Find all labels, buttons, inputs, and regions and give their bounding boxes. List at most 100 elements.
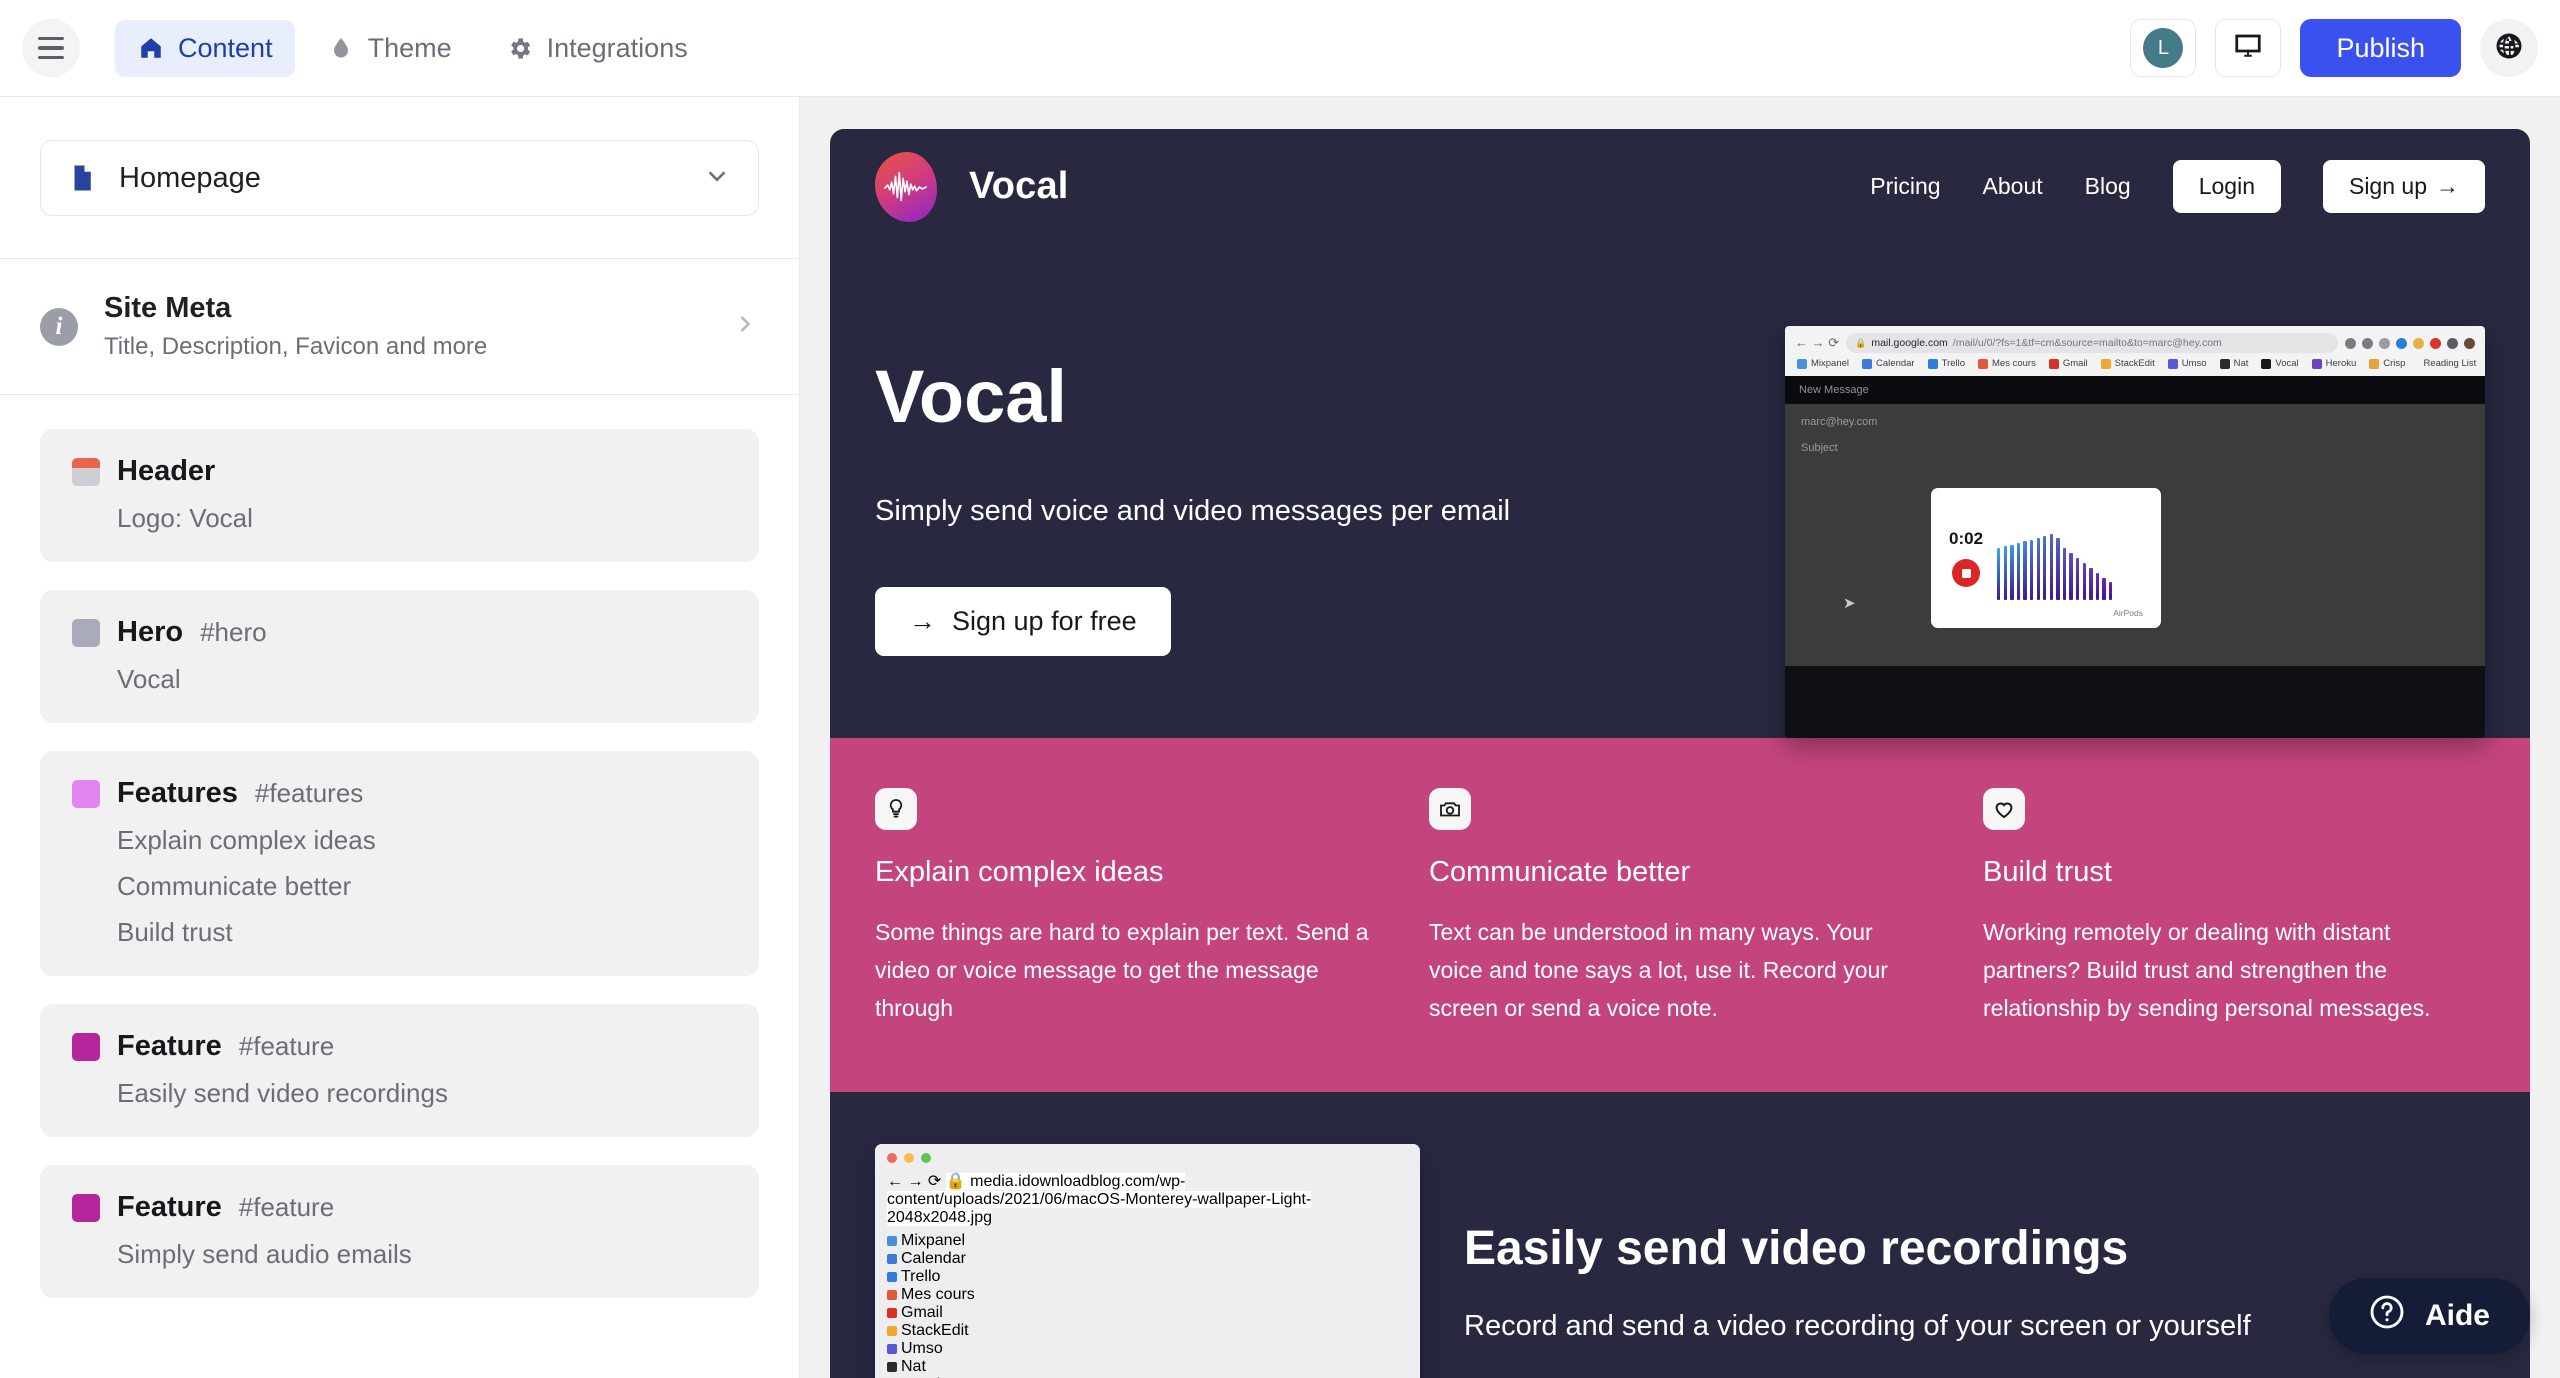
waveform-bar xyxy=(1997,547,2001,600)
bookmark-item[interactable]: StackEdit xyxy=(2100,358,2155,369)
browser-url-path: /mail/u/0/?fs=1&tf=cm&source=mailto&to=m… xyxy=(1952,337,2222,349)
bookmark-favicon-icon xyxy=(887,1253,897,1264)
home-icon xyxy=(137,34,165,62)
bookmark-item[interactable]: StackEdit xyxy=(887,1322,1408,1340)
site-nav-about[interactable]: About xyxy=(1983,173,2043,200)
bookmark-label: Calendar xyxy=(1876,358,1915,369)
bookmark-label: Nat xyxy=(901,1357,926,1375)
bookmark-item[interactable]: Gmail xyxy=(2048,358,2088,369)
block-swatch-icon xyxy=(72,457,100,486)
bookmark-item[interactable]: Mes cours xyxy=(887,1286,1408,1304)
feature-card-2: Build trust Working remotely or dealing w… xyxy=(1983,788,2485,1028)
bookmark-item[interactable]: Trello xyxy=(1927,358,1965,369)
page-selector[interactable]: Homepage xyxy=(40,140,759,216)
tab-theme[interactable]: Theme xyxy=(305,20,474,77)
preview-device-button[interactable] xyxy=(2215,19,2282,77)
bookmark-item[interactable]: Umso xyxy=(887,1340,1408,1358)
block-name: Features xyxy=(117,777,238,809)
block-header: Header xyxy=(72,455,727,488)
bookmark-label: Mes cours xyxy=(901,1285,975,1303)
stop-record-button[interactable] xyxy=(1952,559,1981,587)
block-swatch-icon xyxy=(72,779,100,808)
waveform-bar xyxy=(2069,552,2073,600)
bookmark-label: StackEdit xyxy=(2114,358,2155,369)
account-button[interactable]: L xyxy=(2130,19,2197,77)
recorder-timer: 0:02 xyxy=(1949,529,1984,548)
hamburger-line xyxy=(38,55,64,60)
site-logo[interactable]: Vocal xyxy=(875,151,1069,222)
block-swatch-icon xyxy=(72,1032,100,1061)
waveform-bar xyxy=(2062,547,2067,600)
avatar: L xyxy=(2143,28,2184,68)
site-meta-text: Site Meta Title, Description, Favicon an… xyxy=(104,292,487,361)
site-nav-pricing[interactable]: Pricing xyxy=(1870,173,1940,200)
tab-integrations[interactable]: Integrations xyxy=(484,20,710,77)
bookmark-item[interactable]: Gmail xyxy=(887,1304,1408,1322)
block-list: Header Logo: Vocal Hero #hero Vocal Features #… xyxy=(0,395,799,1298)
sidebar-block-features-2[interactable]: Features #features Explain complex ideas Co… xyxy=(40,751,759,976)
page-selector-label: Homepage xyxy=(119,161,261,194)
block-summary-line: Build trust xyxy=(117,917,233,947)
sidebar-block-feature-3[interactable]: Feature #feature Easily send video recordi… xyxy=(40,1004,759,1137)
browser-mockup-wallpaper: ← → ⟳ 🔒 media.idownloadblog.com/wp-conte… xyxy=(875,1143,1420,1378)
bookmark-item[interactable]: Mes cours xyxy=(1978,358,2036,369)
tab-theme-label: Theme xyxy=(367,32,452,63)
bookmark-favicon-icon xyxy=(887,1307,897,1318)
menu-toggle-button[interactable] xyxy=(22,19,80,77)
feature-card-text: Text can be understood in many ways. You… xyxy=(1429,919,1888,1021)
block-name: Header xyxy=(117,455,216,487)
bookmark-item[interactable]: Mixpanel xyxy=(887,1232,1408,1250)
extension-icon xyxy=(2413,337,2424,349)
site-meta-row[interactable]: i Site Meta Title, Description, Favicon … xyxy=(0,259,799,394)
bookmark-item[interactable]: Calendar xyxy=(1862,358,1915,369)
avatar-icon xyxy=(2464,337,2475,349)
bookmark-label: Gmail xyxy=(901,1303,943,1321)
block-name: Hero xyxy=(117,616,184,648)
hero-copy: Vocal Simply send voice and video messag… xyxy=(875,322,1515,657)
site-signup-label: Sign up xyxy=(2348,173,2427,199)
monitor-icon xyxy=(2233,31,2263,66)
sidebar-block-feature-4[interactable]: Feature #feature Simply send audio emails xyxy=(40,1165,759,1298)
bookmark-item[interactable]: Crisp xyxy=(2369,358,2405,369)
bookmark-favicon-icon xyxy=(2167,358,2178,369)
heart-icon xyxy=(1983,788,2025,830)
site-signup-button[interactable]: Sign up → xyxy=(2322,160,2485,213)
reading-list-button[interactable]: Reading List xyxy=(2418,358,2476,369)
feature-video-image: ← → ⟳ 🔒 media.idownloadblog.com/wp-conte… xyxy=(875,1143,1420,1378)
hero-cta-button[interactable]: → Sign up for free xyxy=(875,587,1171,657)
site-nav: Pricing About Blog Login Sign up → xyxy=(1870,160,2485,213)
tab-content[interactable]: Content xyxy=(115,19,295,77)
feature-card-title: Explain complex ideas xyxy=(875,856,1164,888)
publish-button[interactable]: Publish xyxy=(2300,19,2461,77)
hero-title: Vocal xyxy=(875,355,1067,438)
browser-chrome: ← → ⟳ 🔒 media.idownloadblog.com/wp-conte… xyxy=(875,1143,1420,1378)
bookmark-favicon-icon xyxy=(2311,358,2322,369)
bookmark-item[interactable]: Calendar xyxy=(887,1250,1408,1268)
browser-url-domain: mail.google.com xyxy=(1871,337,1948,349)
site-header: Vocal Pricing About Blog Login Sign up → xyxy=(830,129,2530,244)
browser-nav-icons: ← → ⟳ xyxy=(887,1172,942,1190)
browser-address-bar[interactable]: 🔒 media.idownloadblog.com/wp-content/upl… xyxy=(887,1172,1312,1226)
recorder-device-label: AirPods xyxy=(2113,608,2143,618)
cursor-icon: ➤ xyxy=(1843,595,1856,612)
bookmark-item[interactable]: Nat xyxy=(887,1358,1408,1376)
bookmark-item[interactable]: Umso xyxy=(2167,358,2207,369)
bookmark-item[interactable]: Trello xyxy=(887,1268,1408,1286)
browser-address-bar[interactable]: 🔒 mail.google.com/mail/u/0/?fs=1&tf=cm&s… xyxy=(1846,333,2338,353)
site-nav-blog[interactable]: Blog xyxy=(2085,173,2131,200)
bookmark-favicon-icon xyxy=(887,1271,897,1282)
site-login-button[interactable]: Login xyxy=(2172,160,2281,213)
bookmark-item[interactable]: Vocal xyxy=(2261,358,2299,369)
sidebar-block-header-0[interactable]: Header Logo: Vocal xyxy=(40,429,759,562)
browser-url-row: ← → ⟳ 🔒 media.idownloadblog.com/wp-conte… xyxy=(887,1171,1408,1227)
bookmark-item[interactable]: Mixpanel xyxy=(1797,358,1849,369)
bookmark-item[interactable]: Heroku xyxy=(2311,358,2356,369)
bookmark-label: Umso xyxy=(2181,358,2207,369)
help-widget-button[interactable]: Aide xyxy=(2328,1278,2530,1354)
bookmark-favicon-icon xyxy=(887,1343,897,1354)
sidebar-block-hero-1[interactable]: Hero #hero Vocal xyxy=(40,590,759,723)
language-globe-button[interactable] xyxy=(2480,19,2538,77)
bookmark-item[interactable]: Nat xyxy=(2219,358,2248,369)
block-name: Feature xyxy=(117,1191,222,1223)
bookmark-label: Calendar xyxy=(901,1249,966,1267)
